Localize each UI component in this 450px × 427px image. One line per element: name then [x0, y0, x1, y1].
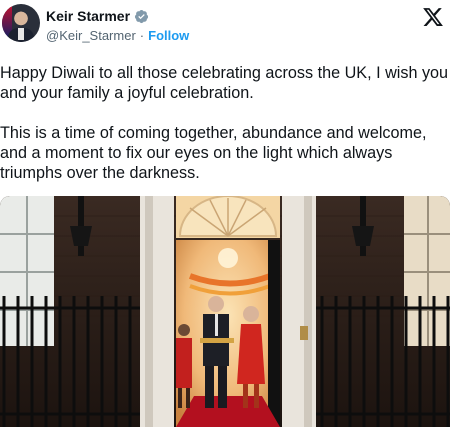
tweet-header: Keir Starmer @Keir_Starmer · Follow — [0, 0, 450, 50]
tweet-body: Happy Diwali to all those celebrating ac… — [0, 63, 450, 203]
tweet-photo[interactable] — [0, 196, 450, 427]
tweet-paragraph-1: Happy Diwali to all those celebrating ac… — [0, 64, 449, 102]
verified-badge-icon — [134, 9, 149, 23]
avatar-shirt — [18, 28, 24, 40]
author-name-row: Keir Starmer — [46, 8, 149, 24]
x-logo-icon[interactable] — [422, 6, 444, 28]
follow-button[interactable]: Follow — [148, 28, 189, 43]
separator-dot: · — [139, 28, 145, 43]
avatar[interactable] — [2, 4, 40, 42]
author-handle-row: @Keir_Starmer · Follow — [46, 28, 189, 43]
tweet-paragraph-2: This is a time of coming together, abund… — [0, 124, 427, 182]
author-handle[interactable]: @Keir_Starmer — [46, 28, 136, 43]
downing-street-door-image — [0, 196, 450, 427]
author-name[interactable]: Keir Starmer — [46, 8, 130, 24]
